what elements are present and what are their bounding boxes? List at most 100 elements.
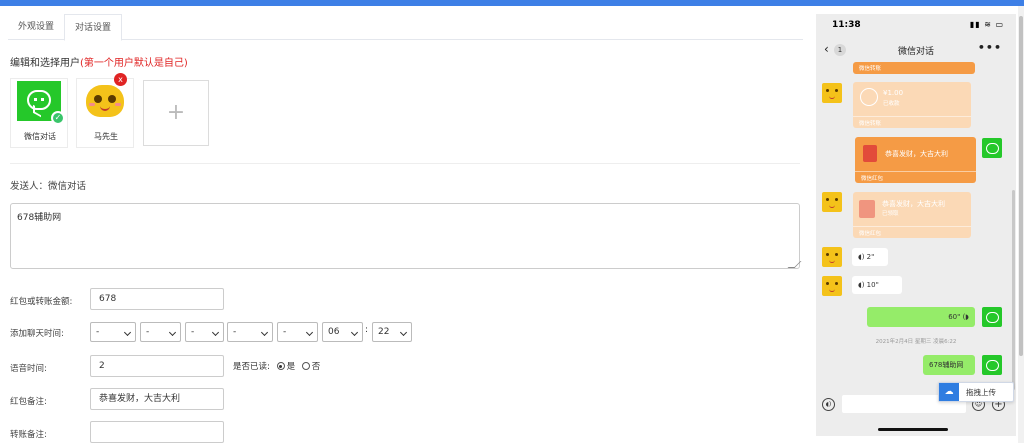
chevron-down-icon bbox=[260, 328, 269, 337]
select-value: 06 bbox=[328, 327, 340, 337]
hongbao-text: 恭喜发财，大吉大利 bbox=[885, 150, 948, 158]
transfer-note-label: 转账备注: bbox=[10, 430, 47, 440]
month-select[interactable]: - bbox=[140, 322, 181, 342]
amount-label: 红包或转账金额: bbox=[10, 297, 73, 307]
chat-navbar: ‹ 1 微信对话 ••• bbox=[816, 38, 1016, 62]
emoji-avatar-icon bbox=[822, 276, 842, 296]
user-label: 微信对话 bbox=[24, 132, 56, 141]
wechat-bubble-icon bbox=[27, 90, 51, 110]
tab-bar: 外观设置 对话设置 bbox=[8, 14, 803, 41]
status-time: 11:38 bbox=[832, 20, 861, 30]
user-card-ma[interactable]: x 马先生 bbox=[76, 73, 134, 148]
chevron-down-icon bbox=[211, 328, 220, 337]
voice-message-2[interactable]: ◖) 10" bbox=[852, 276, 902, 294]
select-value: - bbox=[146, 327, 150, 337]
selected-check-icon: ✓ bbox=[51, 111, 65, 125]
section-title: 编辑和选择用户(第一个用户默认是自己) bbox=[10, 54, 188, 69]
year-select[interactable]: - bbox=[90, 322, 136, 342]
hongbao-received-text: 恭喜发财，大吉大利 bbox=[882, 200, 945, 208]
transfer-received-card[interactable]: ¥1.00 已收款 微信转账 bbox=[853, 82, 971, 128]
hongbao-note-label: 红包备注: bbox=[10, 397, 47, 407]
read-status-label: 是否已读: bbox=[233, 362, 270, 372]
section-note: (第一个用户默认是自己) bbox=[80, 58, 188, 69]
voice-wave-icon: ◖) bbox=[858, 253, 865, 261]
tab-dialog-settings[interactable]: 对话设置 bbox=[64, 14, 123, 41]
chevron-down-icon bbox=[399, 328, 408, 337]
amount-input[interactable]: 678 bbox=[90, 288, 224, 310]
chevron-down-icon bbox=[123, 328, 132, 337]
hongbao-received-card[interactable]: 恭喜发财，大吉大利 已领取 微信红包 bbox=[853, 192, 971, 238]
emoji-avatar-icon bbox=[822, 192, 842, 212]
voice-duration: 60" bbox=[948, 313, 961, 321]
voice-message-1[interactable]: ◖) 2" bbox=[852, 248, 888, 266]
read-no-label: 否 bbox=[311, 362, 321, 372]
page-scrollbar[interactable] bbox=[1018, 6, 1024, 443]
chat-area: 微信转账 ¥1.00 已收款 微信转账 恭喜发财，大吉大利 微信红包 恭喜发财，… bbox=[816, 62, 1016, 396]
period-select[interactable]: - bbox=[277, 322, 318, 342]
chevron-down-icon bbox=[350, 328, 359, 337]
voice-duration: 10" bbox=[866, 281, 879, 289]
phone-preview: 11:38 ▮▮ ≋ ▭ ‹ 1 微信对话 ••• 微信转账 ¥1.00 已收款… bbox=[816, 14, 1016, 436]
chat-timestamp: 2021年2月4日 星期三 凌晨6:22 bbox=[875, 339, 957, 345]
cloud-upload-icon: ☁ bbox=[939, 383, 959, 401]
weekday-select[interactable]: - bbox=[227, 322, 273, 342]
time-label: 添加聊天时间: bbox=[10, 329, 64, 339]
select-value: - bbox=[96, 327, 100, 337]
hongbao-open-icon bbox=[859, 200, 875, 218]
wechat-avatar-icon bbox=[982, 355, 1002, 375]
chevron-down-icon bbox=[305, 328, 314, 337]
drag-upload-button[interactable]: ☁ 拖拽上传 bbox=[938, 382, 1014, 402]
select-value: - bbox=[283, 327, 287, 337]
hongbao-icon bbox=[863, 145, 877, 162]
select-value: - bbox=[191, 327, 195, 337]
hour-select[interactable]: 06 bbox=[322, 322, 363, 342]
status-bar: 11:38 ▮▮ ≋ ▭ bbox=[816, 14, 1016, 34]
read-no-radio[interactable] bbox=[301, 362, 310, 370]
transfer-card-top[interactable]: 微信转账 bbox=[853, 62, 975, 74]
chat-scrollbar[interactable] bbox=[1012, 62, 1016, 396]
home-indicator bbox=[878, 428, 948, 431]
sender-label: 发送人：微信对话 bbox=[10, 181, 87, 192]
wechat-avatar-icon bbox=[982, 138, 1002, 158]
emoji-avatar-icon bbox=[84, 81, 126, 121]
tab-appearance-settings[interactable]: 外观设置 bbox=[8, 14, 64, 40]
hongbao-note-input[interactable]: 恭喜发财，大吉大利 bbox=[90, 388, 224, 410]
transfer-foot: 微信转账 bbox=[853, 116, 971, 128]
settings-panel: 外观设置 对话设置 编辑和选择用户(第一个用户默认是自己) ✓ 微信对话 x 马… bbox=[0, 6, 810, 443]
transfer-note-input[interactable] bbox=[90, 421, 224, 443]
minute-select[interactable]: 22 bbox=[372, 322, 412, 342]
user-card-wechat[interactable]: ✓ 微信对话 bbox=[10, 78, 68, 148]
transfer-status: 已收款 bbox=[883, 101, 900, 107]
select-value: 22 bbox=[378, 327, 390, 337]
section-title-text: 编辑和选择用户 bbox=[10, 58, 80, 69]
emoji-avatar-icon bbox=[822, 83, 842, 103]
text-message[interactable]: 678辅助网 bbox=[923, 355, 975, 375]
add-user-button[interactable]: + bbox=[143, 80, 209, 146]
time-colon: : bbox=[365, 325, 369, 335]
read-yes-radio[interactable] bbox=[276, 362, 285, 370]
select-value: - bbox=[233, 327, 237, 337]
voice-input-icon[interactable]: ◖) bbox=[822, 398, 835, 411]
chevron-down-icon bbox=[168, 328, 177, 337]
signal-wifi-battery-icon: ▮▮ ≋ ▭ bbox=[969, 20, 1004, 29]
hongbao-card[interactable]: 恭喜发财，大吉大利 微信红包 bbox=[855, 137, 976, 183]
voice-wave-icon: ◖) bbox=[858, 281, 865, 289]
hongbao-foot: 微信红包 bbox=[855, 171, 976, 183]
user-label: 马先生 bbox=[94, 132, 118, 141]
voice-duration: 2" bbox=[866, 253, 875, 261]
wechat-avatar-icon bbox=[982, 307, 1002, 327]
emoji-avatar-icon bbox=[822, 247, 842, 267]
delete-user-icon[interactable]: x bbox=[114, 73, 127, 86]
read-yes-label: 是 bbox=[286, 362, 296, 372]
voice-time-input[interactable]: 2 bbox=[90, 355, 224, 377]
hongbao-received-foot: 微信红包 bbox=[853, 226, 971, 238]
hongbao-received-status: 已领取 bbox=[882, 211, 899, 217]
voice-message-3[interactable]: 60" (◗ bbox=[867, 307, 975, 327]
divider bbox=[10, 163, 800, 164]
message-textarea[interactable]: 678辅助网 bbox=[10, 203, 800, 269]
day-select[interactable]: - bbox=[185, 322, 224, 342]
upload-label: 拖拽上传 bbox=[966, 388, 996, 397]
transfer-top-foot: 微信转账 bbox=[859, 66, 882, 72]
read-status-group: 是否已读: 是 否 bbox=[233, 360, 320, 372]
more-icon[interactable]: ••• bbox=[978, 41, 1002, 54]
